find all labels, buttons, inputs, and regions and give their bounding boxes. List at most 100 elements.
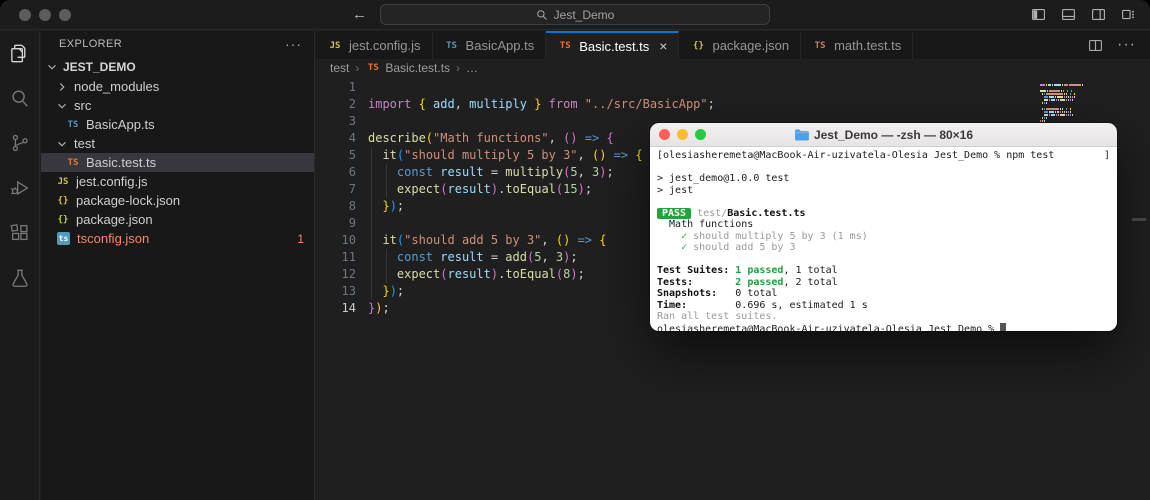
vscode-window: ← → Jest_Demo EXPLORER ··· JEST_DEMO nod…: [0, 0, 1150, 500]
activity-search-icon[interactable]: [8, 86, 32, 110]
tree-root-label: JEST_DEMO: [63, 60, 136, 74]
scrollbar-mark[interactable]: [1132, 218, 1146, 221]
terminal-cursor: [1000, 323, 1006, 332]
code-text: expect(result).toEqual(8);: [368, 266, 585, 283]
folder-icon: [794, 129, 809, 141]
tree-item-label: src: [74, 98, 304, 113]
breadcrumb-item[interactable]: …: [466, 61, 478, 75]
terminal-line-14: Time: 0.696 s, estimated 1 s: [657, 300, 1110, 312]
terminal-titlebar: Jest_Demo — -zsh — 80×16: [650, 123, 1117, 147]
braces-file-icon: {}: [690, 41, 706, 51]
line-number: 13: [316, 283, 356, 300]
customize-layout-icon[interactable]: [1121, 7, 1136, 22]
tab-math-test-ts[interactable]: TSmath.test.ts: [801, 31, 913, 59]
tab-basicapp-ts[interactable]: TSBasicApp.ts: [433, 31, 547, 59]
search-icon: [536, 9, 548, 21]
js-file-icon: JS: [55, 177, 71, 187]
tree-item-node-modules[interactable]: node_modules: [41, 77, 314, 96]
code-line-2[interactable]: 2import { add, multiply } from "../src/B…: [316, 96, 1150, 113]
command-center-label: Jest_Demo: [554, 8, 615, 22]
ts-blue-file-icon: TS: [65, 120, 81, 130]
line-number: 14: [316, 300, 356, 317]
activity-testing-icon[interactable]: [8, 266, 32, 290]
breadcrumb-label: …: [466, 61, 478, 75]
tree-root-jest-demo[interactable]: JEST_DEMO: [41, 57, 314, 77]
problem-count-badge: 1: [297, 232, 304, 246]
code-line-1[interactable]: 1: [316, 79, 1150, 96]
terminal-line-3: > jest_demo@1.0.0 test: [657, 173, 1110, 185]
terminal-line-7: Math functions: [657, 219, 1110, 231]
terminal-window[interactable]: Jest_Demo — -zsh — 80×16 [olesiasheremet…: [650, 123, 1117, 331]
chevron-down-icon: [55, 99, 69, 113]
close-tab-icon[interactable]: ×: [659, 38, 667, 54]
tree-item-basic-test-ts[interactable]: TSBasic.test.ts: [41, 153, 314, 172]
explorer-sidebar: EXPLORER ··· JEST_DEMO node_modulessrc TS…: [41, 31, 315, 500]
navigate-back-icon[interactable]: ←: [352, 6, 367, 23]
tree-item-test[interactable]: test: [41, 134, 314, 153]
tab-package-json[interactable]: {} package.json: [679, 31, 801, 59]
breadcrumb-item[interactable]: test: [330, 61, 349, 75]
terminal-title-label: Jest_Demo — -zsh — 80×16: [814, 128, 973, 142]
code-text: const result = add(5, 3);: [368, 249, 578, 266]
minimap[interactable]: [1040, 81, 1092, 123]
activity-bar: [0, 31, 40, 500]
terminal-zoom-button[interactable]: [695, 129, 706, 140]
explorer-title: EXPLORER: [59, 38, 122, 50]
minimize-window-button[interactable]: [39, 9, 51, 21]
tree-item-label: BasicApp.ts: [86, 117, 304, 132]
tree-item-label: test: [74, 136, 304, 151]
breadcrumb[interactable]: test›TSBasic.test.ts›…: [316, 59, 1150, 77]
titlebar: ← → Jest_Demo: [0, 0, 1150, 30]
tree-item-label: package-lock.json: [76, 193, 304, 208]
terminal-line-1: [olesiasheremeta@MacBook-Air-uzivatela-O…: [657, 150, 1110, 162]
tree-item-tsconfig-json[interactable]: tstsconfig.json1: [41, 229, 314, 248]
line-number: 8: [316, 198, 356, 215]
activity-run-debug-icon[interactable]: [8, 176, 32, 200]
code-text: expect(result).toEqual(15);: [368, 181, 592, 198]
split-editor-icon[interactable]: [1088, 38, 1103, 53]
terminal-line-10: [657, 254, 1110, 266]
close-window-button[interactable]: [19, 9, 31, 21]
terminal-line-15: Ran all test suites.: [657, 311, 1110, 323]
terminal-line-16: olesiasheremeta@MacBook-Air-uzivatela-Ol…: [657, 323, 1110, 332]
activity-extensions-icon[interactable]: [8, 221, 32, 245]
tree-item-jest-config-js[interactable]: JS jest.config.js: [41, 172, 314, 191]
breadcrumb-item[interactable]: TSBasic.test.ts: [365, 61, 450, 75]
explorer-more-actions-icon[interactable]: ···: [285, 40, 302, 48]
line-number: 3: [316, 113, 356, 130]
js-file-icon: JS: [327, 41, 343, 51]
terminal-minimize-button[interactable]: [677, 129, 688, 140]
tab-bar: JS jest.config.js TSBasicApp.tsTSBasic.tes…: [316, 31, 1150, 59]
toggle-secondary-sidebar-icon[interactable]: [1091, 7, 1106, 22]
toggle-primary-sidebar-icon[interactable]: [1031, 7, 1046, 22]
terminal-line-9: ✓ should add 5 by 3: [657, 242, 1110, 254]
code-text: const result = multiply(5, 3);: [368, 164, 614, 181]
activity-explorer-icon[interactable]: [8, 41, 32, 65]
line-number: 12: [316, 266, 356, 283]
tree-item-label: node_modules: [74, 79, 304, 94]
file-tree: node_modulessrc TS BasicApp.ts test TSBasic.…: [41, 77, 314, 248]
terminal-close-button[interactable]: [659, 129, 670, 140]
tree-item-label: jest.config.js: [76, 174, 304, 189]
tree-item-basicapp-ts[interactable]: TS BasicApp.ts: [41, 115, 314, 134]
tab-jest-config-js[interactable]: JS jest.config.js: [316, 31, 433, 59]
command-center[interactable]: Jest_Demo: [380, 4, 770, 25]
tree-item-src[interactable]: src: [41, 96, 314, 115]
toggle-panel-icon[interactable]: [1061, 7, 1076, 22]
tree-item-package-lock-json[interactable]: {}package-lock.json: [41, 191, 314, 210]
line-number: 9: [316, 215, 356, 232]
tab-label: package.json: [712, 38, 789, 53]
indent-guide: [386, 249, 387, 283]
line-number: 4: [316, 130, 356, 147]
tab-label: jest.config.js: [349, 38, 421, 53]
indent-guide: [386, 164, 387, 198]
terminal-line-4: > jest: [657, 185, 1110, 197]
tab-basic-test-ts[interactable]: TSBasic.test.ts×: [546, 31, 679, 59]
activity-source-control-icon[interactable]: [8, 131, 32, 155]
terminal-output[interactable]: [olesiasheremeta@MacBook-Air-uzivatela-O…: [650, 147, 1117, 331]
terminal-line-11: Test Suites: 1 passed, 1 total: [657, 265, 1110, 277]
ts-box-file-icon: ts: [57, 232, 70, 245]
tree-item-package-json[interactable]: {}package.json: [41, 210, 314, 229]
zoom-window-button[interactable]: [59, 9, 71, 21]
editor-more-actions-icon[interactable]: ···: [1117, 36, 1136, 54]
